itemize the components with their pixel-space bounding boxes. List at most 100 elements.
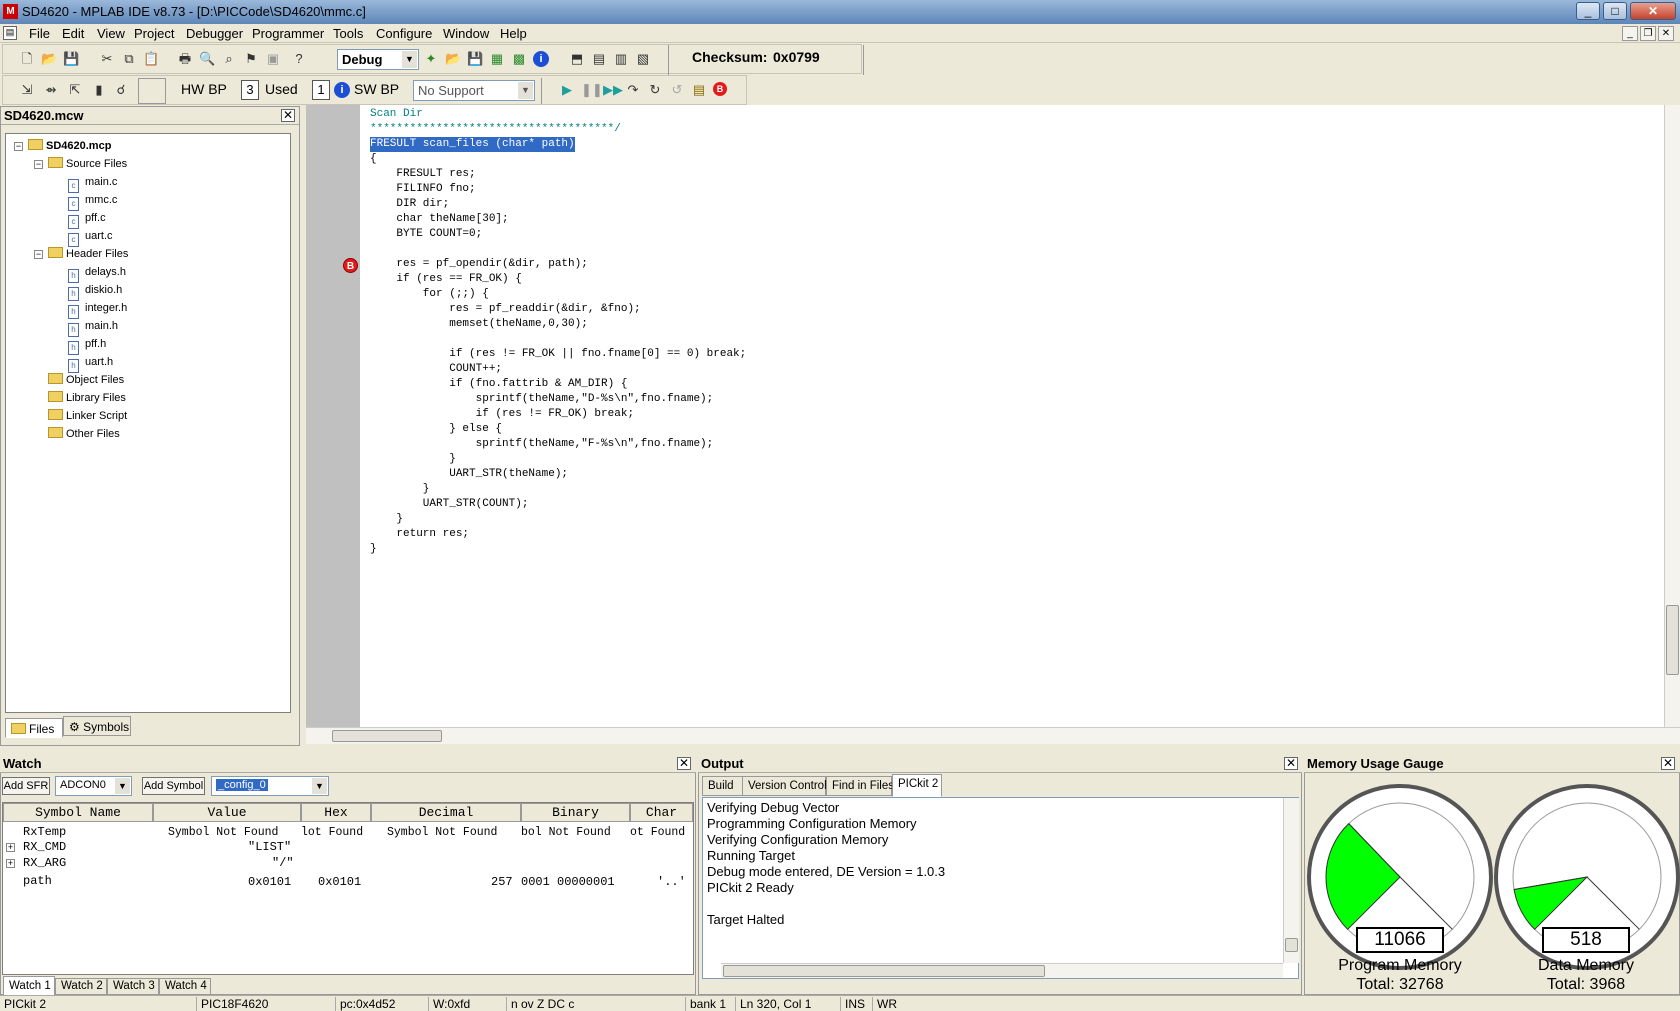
tree-folder-library-files[interactable]: Library Files	[48, 390, 126, 406]
minimize-button[interactable]: _	[1576, 2, 1600, 20]
output-text-area[interactable]: Verifying Debug Vector Programming Confi…	[702, 797, 1299, 979]
collapse-icon[interactable]: −	[34, 250, 43, 259]
editor-horizontal-scrollbar[interactable]	[306, 727, 1680, 744]
copy-icon[interactable]: ⧉	[121, 51, 137, 67]
print-icon[interactable]: 🖶	[177, 51, 193, 67]
find-icon[interactable]: 🔍	[199, 51, 215, 67]
watch-col-binary[interactable]: Binary	[521, 803, 630, 822]
step-into-icon[interactable]: ⇲	[19, 82, 35, 98]
new-project-icon[interactable]: ✦	[423, 51, 439, 67]
debug-reset-icon[interactable]: ▮	[91, 82, 107, 98]
tab-watch-1[interactable]: Watch 1	[3, 976, 55, 996]
watch-col-hex[interactable]: Hex	[301, 803, 371, 822]
new-file-icon[interactable]: 🗋	[19, 51, 35, 67]
breakpoint-icon[interactable]: B	[343, 258, 358, 273]
menu-view[interactable]: View	[97, 26, 125, 41]
tree-root-project[interactable]: SD4620.mcp	[28, 138, 111, 154]
menu-help[interactable]: Help	[500, 26, 527, 41]
watch-col-symbol-name[interactable]: Symbol Name	[3, 803, 153, 822]
tab-pickit-2[interactable]: PICkit 2	[892, 774, 942, 797]
collapse-icon[interactable]: −	[34, 160, 43, 169]
tab-version-control[interactable]: Version Control	[742, 776, 827, 796]
breakpoint-info-icon[interactable]: i	[334, 82, 350, 98]
scroll-thumb[interactable]	[332, 730, 442, 742]
step-over-debug-icon[interactable]: ↻	[647, 82, 663, 98]
menu-debugger[interactable]: Debugger	[186, 26, 243, 41]
watch-col-char[interactable]: Char	[630, 803, 693, 822]
close-icon[interactable]: ✕	[677, 757, 691, 770]
tab-symbols[interactable]: ⚙ Symbols	[63, 716, 131, 736]
run-icon[interactable]: ▶	[559, 82, 575, 98]
mdi-close-button[interactable]: ✕	[1658, 26, 1674, 41]
find-in-files-icon[interactable]: ⌕	[221, 51, 237, 67]
expand-icon[interactable]: +	[6, 859, 15, 868]
step-out-icon[interactable]: ⇱	[67, 82, 83, 98]
cut-icon[interactable]: ✂	[99, 51, 115, 67]
menu-edit[interactable]: Edit	[62, 26, 84, 41]
add-sfr-button[interactable]: Add SFR	[2, 777, 50, 795]
watch-row-name[interactable]: RX_CMD	[23, 840, 66, 854]
expand-icon[interactable]: +	[6, 843, 15, 852]
menu-programmer[interactable]: Programmer	[252, 26, 324, 41]
document-icon[interactable]: ▤	[3, 26, 17, 40]
animate-icon[interactable]: ▶▶	[603, 82, 623, 98]
info-icon[interactable]: i	[533, 51, 549, 67]
tab-build[interactable]: Build	[702, 776, 747, 796]
program-device-icon[interactable]: ⬒	[569, 51, 585, 67]
tree-file-diskio-h[interactable]: h diskio.h	[68, 282, 122, 301]
make-icon[interactable]: ▦	[489, 51, 505, 67]
tree-file-uart-h[interactable]: h uart.h	[68, 354, 113, 373]
step-out-debug-icon[interactable]: ↺	[669, 82, 685, 98]
tab-files[interactable]: Files	[5, 718, 63, 738]
close-button[interactable]: ✕	[1630, 2, 1676, 20]
comment-icon[interactable]: ▣	[265, 51, 281, 67]
save-icon[interactable]: 💾	[63, 51, 79, 67]
tab-watch-4[interactable]: Watch 4	[159, 978, 211, 995]
scroll-thumb[interactable]	[1666, 605, 1679, 675]
editor-vertical-scrollbar[interactable]	[1664, 105, 1680, 727]
reset-icon[interactable]: ▤	[691, 82, 707, 98]
collapse-icon[interactable]: −	[14, 142, 23, 151]
output-vertical-scrollbar[interactable]	[1283, 798, 1299, 963]
menu-file[interactable]: File	[29, 26, 50, 41]
mplab-app-icon[interactable]: M	[3, 4, 18, 19]
build-all-icon[interactable]: ▩	[511, 51, 527, 67]
tab-watch-3[interactable]: Watch 3	[107, 978, 159, 995]
tree-folder-header-files[interactable]: Header Files	[48, 246, 128, 262]
open-file-icon[interactable]: 📂	[41, 51, 57, 67]
paste-icon[interactable]: 📋	[143, 51, 159, 67]
add-symbol-button[interactable]: Add Symbol	[142, 777, 205, 795]
tree-file-main-c[interactable]: c main.c	[68, 174, 117, 193]
watch-glasses-icon[interactable]: ☌	[113, 82, 129, 98]
menu-window[interactable]: Window	[443, 26, 489, 41]
output-icon[interactable]: ▧	[635, 51, 651, 67]
maximize-button[interactable]: □	[1603, 2, 1627, 20]
tree-folder-other-files[interactable]: Other Files	[48, 426, 120, 442]
watch-row-name[interactable]: RX_ARG	[23, 856, 66, 870]
watch-row-name[interactable]: path	[23, 874, 52, 888]
menu-configure[interactable]: Configure	[376, 26, 432, 41]
close-icon[interactable]: ✕	[281, 109, 295, 122]
editor-gutter[interactable]	[306, 105, 360, 727]
help-icon[interactable]: ?	[291, 51, 307, 67]
close-icon[interactable]: ✕	[1661, 757, 1675, 770]
tree-file-integer-h[interactable]: h integer.h	[68, 300, 127, 319]
breakpoints-icon[interactable]: B	[713, 82, 727, 96]
tree-file-main-h[interactable]: h main.h	[68, 318, 118, 337]
tab-find-in-files[interactable]: Find in Files	[826, 776, 894, 796]
halt-icon[interactable]: ❚❚	[581, 82, 603, 98]
output-horizontal-scrollbar[interactable]	[721, 963, 1283, 978]
watch-col-value[interactable]: Value	[153, 803, 301, 822]
code-editor[interactable]: Scan Dir *******************************…	[360, 105, 1665, 727]
tree-folder-linker-script[interactable]: Linker Script	[48, 408, 127, 424]
tree-folder-source-files[interactable]: Source Files	[48, 156, 127, 172]
tree-file-pff-h[interactable]: h pff.h	[68, 336, 106, 355]
sw-bp-select[interactable]: No Support ▼	[413, 80, 535, 101]
close-icon[interactable]: ✕	[1284, 757, 1298, 770]
blank-button[interactable]	[138, 78, 166, 104]
build-config-select[interactable]: Debug ▼	[337, 49, 419, 70]
step-into-debug-icon[interactable]: ↷	[625, 82, 641, 98]
menu-project[interactable]: Project	[134, 26, 174, 41]
scroll-thumb[interactable]	[723, 965, 1045, 977]
bookmark-icon[interactable]: ⚑	[243, 51, 259, 67]
